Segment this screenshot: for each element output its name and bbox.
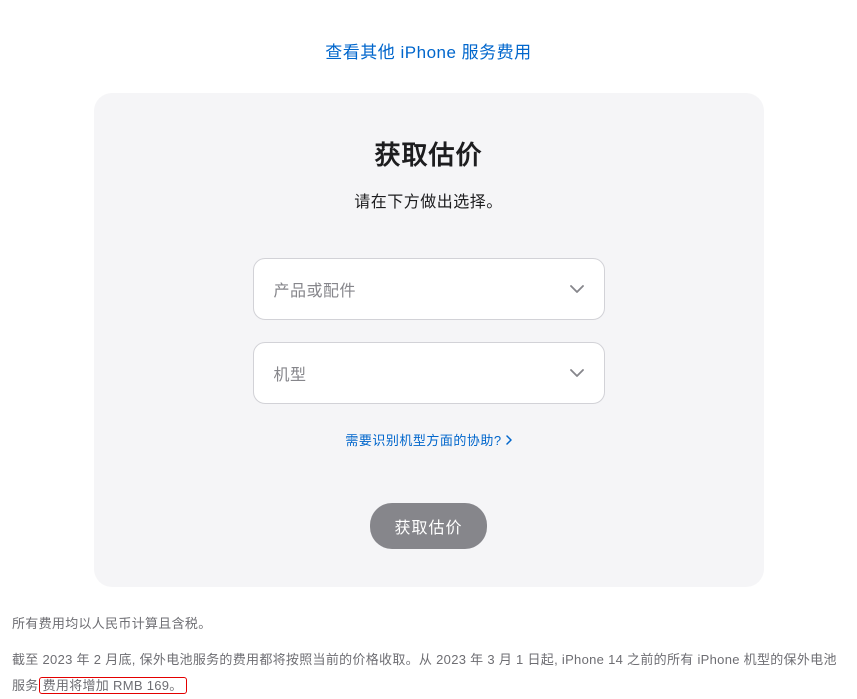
model-select[interactable]: 机型 bbox=[253, 342, 605, 404]
footer: 所有费用均以人民币计算且含税。 截至 2023 年 2 月底, 保外电池服务的费… bbox=[0, 587, 857, 699]
chevron-down-icon bbox=[570, 285, 584, 293]
card-subtitle: 请在下方做出选择。 bbox=[134, 188, 724, 212]
top-link-container: 查看其他 iPhone 服务费用 bbox=[0, 0, 857, 93]
price-highlight: 费用将增加 RMB 169。 bbox=[39, 677, 187, 694]
help-link-text: 需要识别机型方面的协助? bbox=[345, 430, 501, 449]
product-select[interactable]: 产品或配件 bbox=[253, 258, 605, 320]
card-title: 获取估价 bbox=[134, 135, 724, 172]
footer-line1: 所有费用均以人民币计算且含税。 bbox=[12, 611, 845, 637]
get-estimate-button[interactable]: 获取估价 bbox=[370, 503, 486, 549]
footer-line2: 截至 2023 年 2 月底, 保外电池服务的费用都将按照当前的价格收取。从 2… bbox=[12, 647, 845, 699]
other-services-link[interactable]: 查看其他 iPhone 服务费用 bbox=[325, 43, 531, 62]
chevron-right-icon bbox=[506, 435, 512, 445]
chevron-down-icon bbox=[570, 369, 584, 377]
estimate-card: 获取估价 请在下方做出选择。 产品或配件 机型 需要识别机型方面的协助? 获取估… bbox=[94, 93, 764, 587]
product-select-placeholder: 产品或配件 bbox=[274, 277, 357, 301]
model-select-placeholder: 机型 bbox=[274, 361, 307, 385]
help-link[interactable]: 需要识别机型方面的协助? bbox=[345, 430, 511, 449]
